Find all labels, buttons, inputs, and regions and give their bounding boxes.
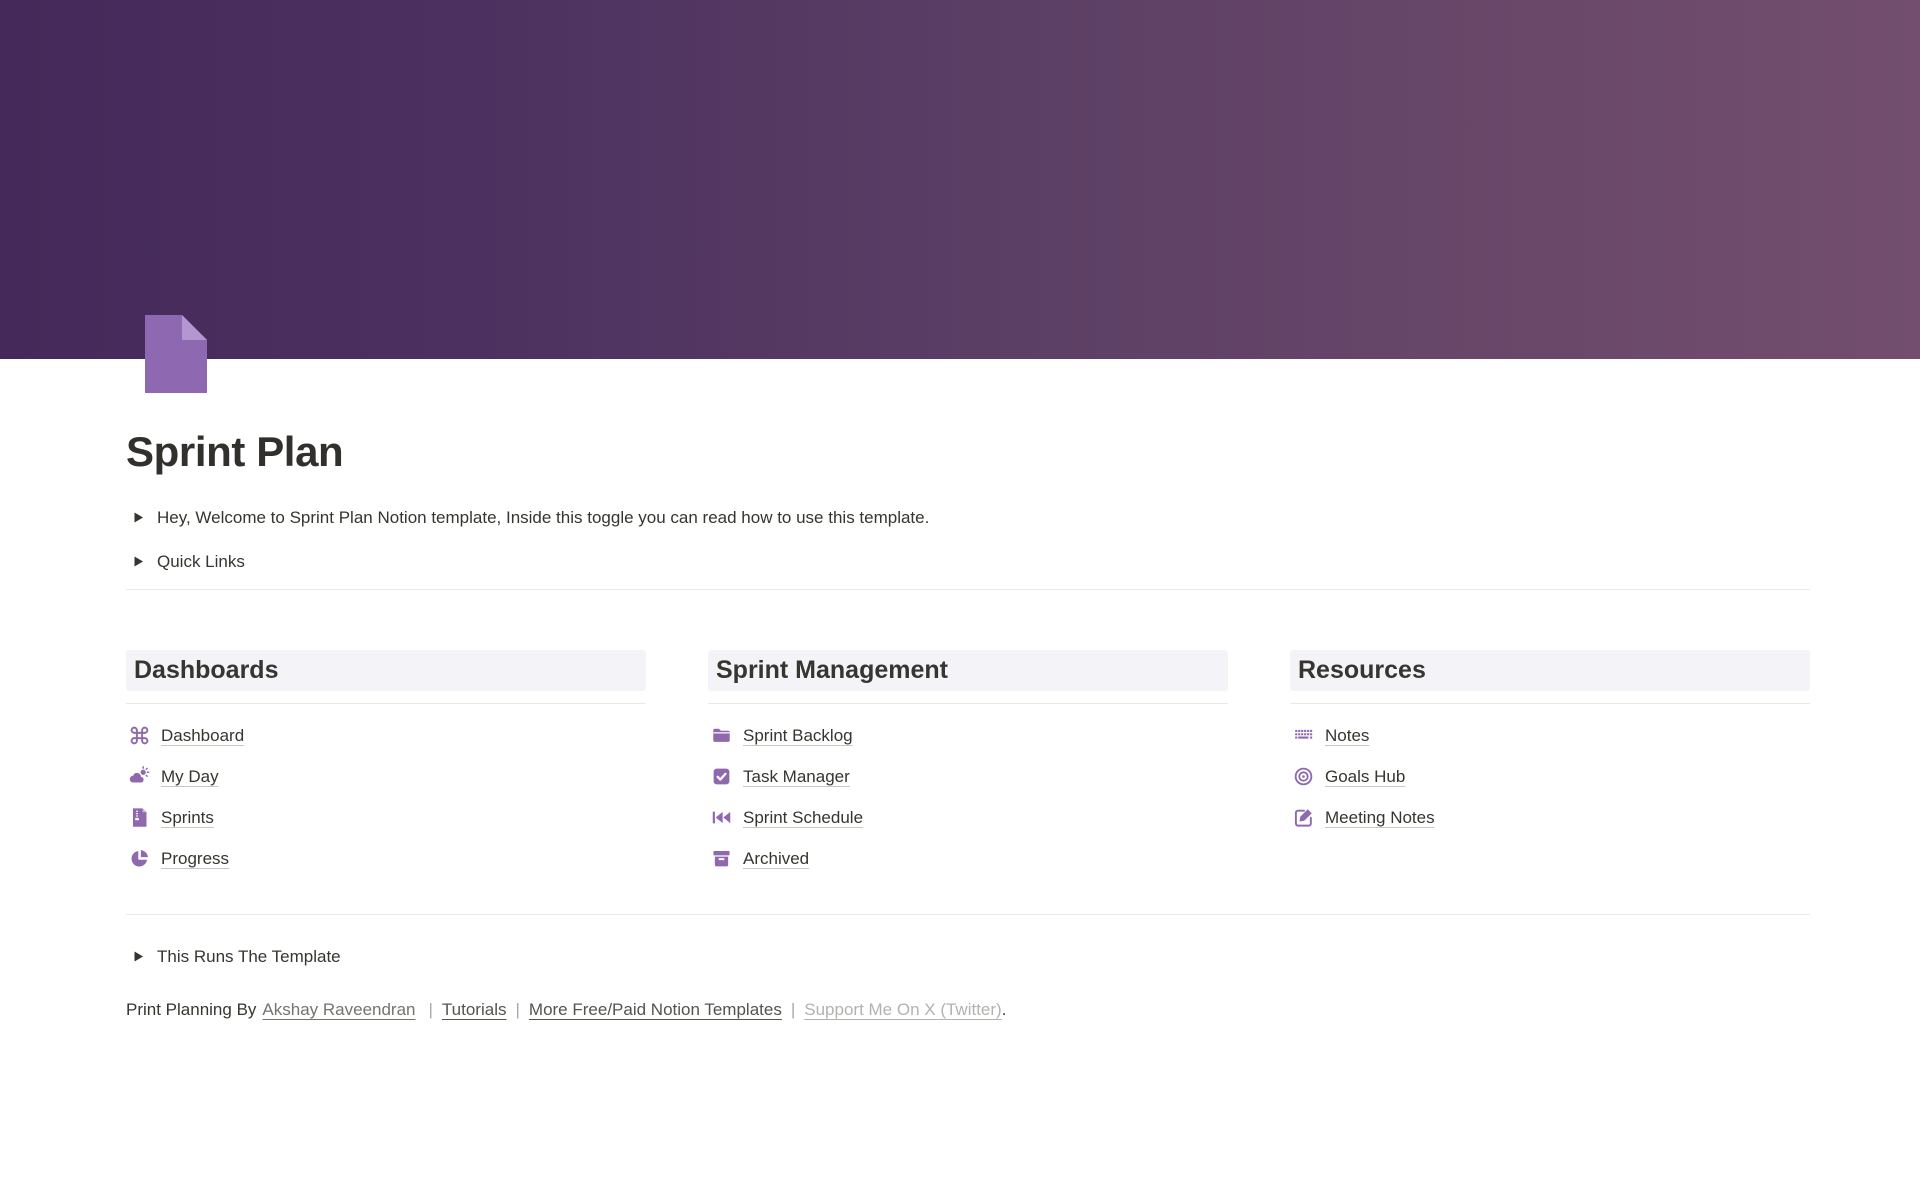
footer-separator: | [515,1000,519,1020]
toggle-triangle-icon[interactable] [126,944,150,968]
page-icon[interactable] [145,315,207,393]
rewind-icon [711,807,732,828]
divider [126,589,1810,590]
page-link-archived[interactable]: Archived [708,838,1228,879]
section-title-dashboards: Dashboards [126,650,646,691]
footer-link-twitter[interactable]: Support Me On X (Twitter) [804,1000,1001,1020]
page-link-sprint-schedule[interactable]: Sprint Schedule [708,797,1228,838]
page-link-goals-hub[interactable]: Goals Hub [1290,756,1810,797]
divider [126,703,646,704]
page-link-sprint-backlog[interactable]: Sprint Backlog [708,715,1228,756]
link-list: Notes Goals Hub [1290,715,1810,838]
document-icon [145,315,207,393]
toggle-quick-links-label: Quick Links [157,549,245,575]
command-icon [129,725,150,746]
column-resources: Resources Notes [1290,650,1810,879]
footer-prefix: Print Planning By [126,1000,256,1020]
page-cover [0,0,1920,359]
link-columns: Dashboards Dashboard [126,650,1810,879]
divider [708,703,1228,704]
toggle-welcome-label: Hey, Welcome to Sprint Plan Notion templ… [157,505,929,531]
column-dashboards: Dashboards Dashboard [126,650,646,879]
page-link-my-day[interactable]: My Day [126,756,646,797]
footer-credits: Print Planning By Akshay Raveendran | Tutor… [126,995,1810,1025]
page-body: Sprint Plan Hey, Welcome to Sprint Plan … [126,428,1810,1025]
target-icon [1293,766,1314,787]
divider [126,914,1810,915]
toggle-welcome[interactable]: Hey, Welcome to Sprint Plan Notion templ… [126,502,1810,532]
archive-icon [711,848,732,869]
footer-link-tutorials[interactable]: Tutorials [442,1000,507,1020]
page-link-meeting-notes[interactable]: Meeting Notes [1290,797,1810,838]
page-title: Sprint Plan [126,428,1810,476]
footer-separator: | [791,1000,795,1020]
partly-sunny-icon [129,766,150,787]
footer-link-author[interactable]: Akshay Raveendran [262,1000,415,1020]
toggle-triangle-icon[interactable] [126,505,150,529]
page-link-dashboard[interactable]: Dashboard [126,715,646,756]
link-list: Sprint Backlog Task Manager [708,715,1228,879]
section-title-sprint-management: Sprint Management [708,650,1228,691]
section-title-resources: Resources [1290,650,1810,691]
edit-icon [1293,807,1314,828]
divider [1290,703,1810,704]
toggle-runs-template[interactable]: This Runs The Template [126,941,1810,971]
page-link-notes[interactable]: Notes [1290,715,1810,756]
column-sprint-management: Sprint Management Sprint Backlog [708,650,1228,879]
folder-icon [711,725,732,746]
keyboard-icon [1293,725,1314,746]
page-link-sprints[interactable]: Sprints [126,797,646,838]
checkbox-icon [711,766,732,787]
footer-separator: | [429,1000,433,1020]
page-link-progress[interactable]: Progress [126,838,646,879]
footer-suffix: . [1002,1000,1007,1020]
toggle-triangle-icon[interactable] [126,549,150,573]
invoice-icon [129,807,150,828]
toggle-runs-template-label: This Runs The Template [157,944,341,970]
footer-link-more-templates[interactable]: More Free/Paid Notion Templates [529,1000,782,1020]
toggle-quick-links[interactable]: Quick Links [126,546,1810,576]
link-list: Dashboard [126,715,646,879]
page-link-task-manager[interactable]: Task Manager [708,756,1228,797]
pie-chart-icon [129,848,150,869]
